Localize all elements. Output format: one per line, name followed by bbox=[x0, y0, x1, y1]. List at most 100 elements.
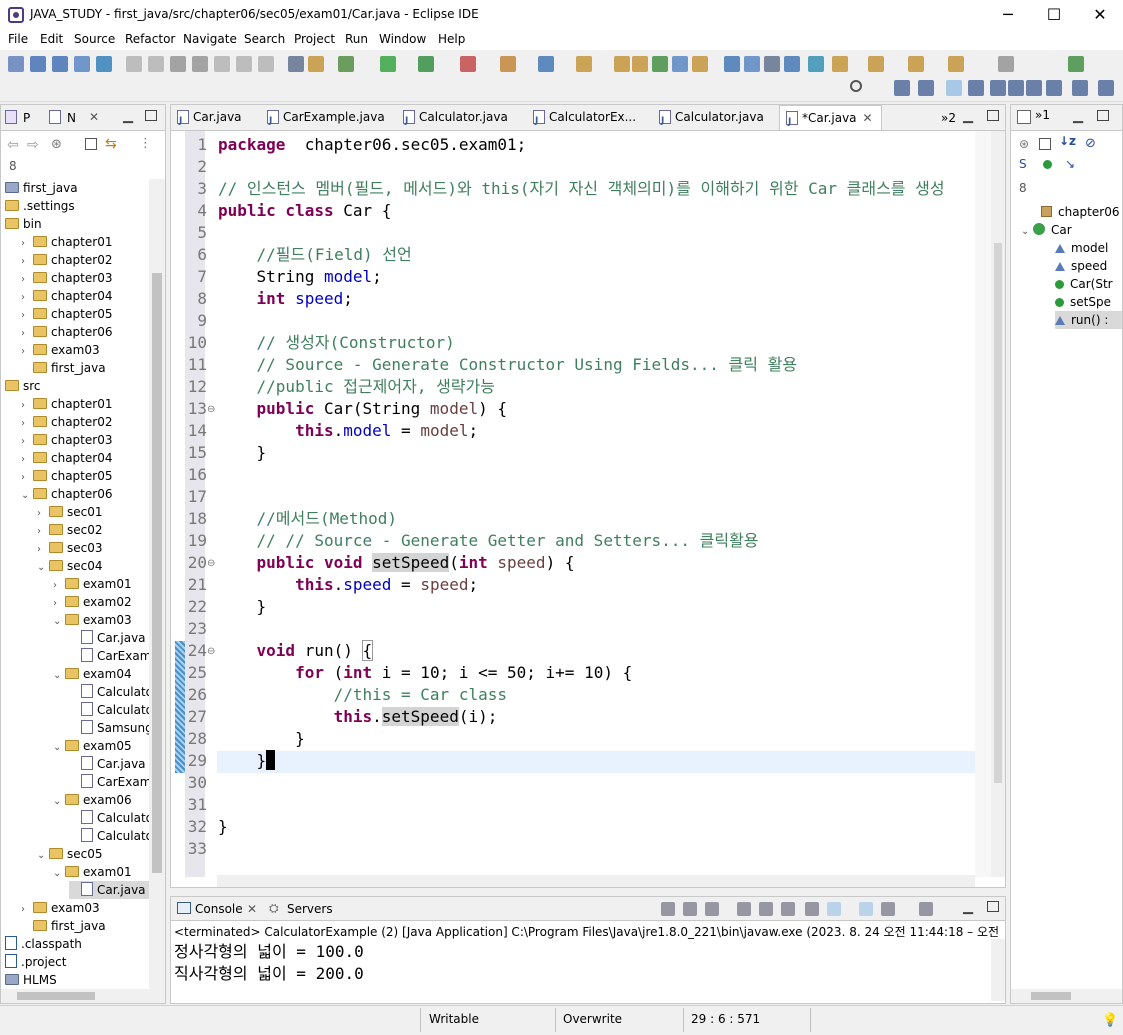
tree-item[interactable]: › chapter03 bbox=[21, 431, 149, 449]
toolbar-button-icon[interactable] bbox=[8, 56, 24, 72]
toolbar-button-icon[interactable] bbox=[30, 56, 46, 72]
tab-package-explorer[interactable]: P bbox=[23, 111, 30, 125]
perspective-icon[interactable] bbox=[1008, 80, 1024, 96]
editor-tab[interactable]: Calculator.java bbox=[653, 105, 772, 134]
editor-tab[interactable]: Car.java bbox=[171, 105, 250, 134]
console-toolbar-icon[interactable] bbox=[705, 902, 719, 916]
tree-item[interactable]: › exam02 bbox=[53, 593, 149, 611]
console-toolbar-icon[interactable] bbox=[781, 902, 795, 916]
tree-item[interactable]: › chapter01 bbox=[21, 233, 149, 251]
tree-item[interactable]: › chapter01 bbox=[21, 395, 149, 413]
collapse-icon[interactable]: ⊛ bbox=[1019, 137, 1029, 151]
toolbar-button-icon[interactable] bbox=[192, 56, 208, 72]
tree-item[interactable]: › exam03 bbox=[21, 899, 149, 917]
search-icon[interactable] bbox=[850, 80, 862, 92]
outline-item[interactable]: run() : bbox=[1055, 311, 1122, 329]
expanded-chevron-icon[interactable]: ⌄ bbox=[53, 865, 65, 883]
outline-item[interactable]: setSpe bbox=[1055, 293, 1122, 311]
console-toolbar-icon[interactable] bbox=[827, 902, 841, 916]
toolbar-button-icon[interactable] bbox=[418, 56, 434, 72]
close-console-icon[interactable]: ✕ bbox=[247, 902, 257, 916]
collapse-all-icon[interactable] bbox=[85, 138, 97, 150]
expanded-chevron-icon[interactable]: ⌄ bbox=[53, 793, 65, 811]
tree-hscroll-thumb[interactable] bbox=[17, 992, 95, 1000]
tree-item[interactable]: ⌄ sec04 bbox=[37, 557, 149, 575]
maximize-editor-icon[interactable] bbox=[987, 110, 999, 121]
toolbar-button-icon[interactable] bbox=[652, 56, 668, 72]
toolbar-button-icon[interactable] bbox=[868, 56, 884, 72]
editor-tab[interactable]: CalculatorEx... bbox=[527, 105, 644, 134]
toolbar-button-icon[interactable] bbox=[52, 56, 68, 72]
hide-nonpublic-icon[interactable] bbox=[1043, 160, 1052, 169]
expanded-chevron-icon[interactable]: ⌄ bbox=[37, 847, 49, 865]
editor-tab[interactable]: *Car.java ✕ bbox=[779, 105, 882, 135]
outline-item[interactable]: ⌄ Car bbox=[1021, 221, 1122, 239]
toolbar-button-icon[interactable] bbox=[576, 56, 592, 72]
fold-collapse-icon[interactable]: ⊖ bbox=[207, 404, 215, 415]
forward-icon[interactable]: ⇨ bbox=[27, 137, 39, 153]
toolbar-button-icon[interactable] bbox=[258, 56, 274, 72]
console-toolbar-icon[interactable] bbox=[759, 902, 773, 916]
minimize-console-icon[interactable]: ▁ bbox=[963, 900, 973, 915]
toolbar-button-icon[interactable] bbox=[632, 56, 648, 72]
hide-local-types-icon[interactable]: ↘ bbox=[1065, 157, 1075, 171]
hide-static-icon[interactable]: S bbox=[1019, 157, 1027, 171]
menu-file[interactable]: File bbox=[8, 32, 28, 46]
tree-item[interactable]: .classpath bbox=[5, 935, 149, 953]
tree-item[interactable]: first_java bbox=[5, 179, 149, 197]
perspective-icon[interactable] bbox=[894, 80, 910, 96]
tree-item[interactable]: ⌄ sec05 bbox=[37, 845, 149, 863]
close-tab-icon[interactable]: ✕ bbox=[863, 111, 873, 125]
menu-run[interactable]: Run bbox=[345, 32, 368, 46]
console-toolbar-icon[interactable] bbox=[661, 902, 675, 916]
hide-fields-icon[interactable]: ⊘ bbox=[1085, 136, 1096, 151]
minimize-editor-icon[interactable]: ▁ bbox=[963, 109, 973, 124]
tree-item[interactable]: SamsungC bbox=[69, 719, 149, 737]
tree-item[interactable]: Calculator bbox=[69, 701, 149, 719]
toolbar-button-icon[interactable] bbox=[692, 56, 708, 72]
toolbar-button-icon[interactable] bbox=[538, 56, 554, 72]
tip-icon[interactable]: 💡 bbox=[1102, 1013, 1118, 1028]
maximize-button[interactable]: ☐ bbox=[1031, 0, 1077, 30]
close-button[interactable]: ✕ bbox=[1077, 0, 1123, 30]
toolbar-button-icon[interactable] bbox=[288, 56, 304, 72]
maximize-view-icon[interactable] bbox=[145, 110, 157, 121]
tree-item[interactable]: › sec02 bbox=[37, 521, 149, 539]
toolbar-button-icon[interactable] bbox=[724, 56, 740, 72]
toolbar-button-icon[interactable] bbox=[308, 56, 324, 72]
tree-item[interactable]: Calculator bbox=[69, 827, 149, 845]
tree-item[interactable]: › exam01 bbox=[53, 575, 149, 593]
editor-tab[interactable]: CarExample.java bbox=[261, 105, 393, 134]
tree-item[interactable]: ⌄ chapter06 bbox=[21, 485, 149, 503]
perspective-icon[interactable] bbox=[1046, 80, 1062, 96]
tree-item[interactable]: Car.java bbox=[69, 881, 149, 899]
console-vertical-scrollbar[interactable] bbox=[991, 939, 1005, 1001]
menu-project[interactable]: Project bbox=[294, 32, 335, 46]
toolbar-button-icon[interactable] bbox=[614, 56, 630, 72]
link-editor-icon[interactable]: ⇆ bbox=[105, 136, 117, 152]
editor-scroll-thumb[interactable] bbox=[994, 243, 1002, 783]
outline-item[interactable]: chapter06 bbox=[1041, 203, 1122, 221]
tree-item[interactable]: src bbox=[5, 377, 149, 395]
status-cursor-position[interactable]: 29 : 6 : 571 bbox=[691, 1012, 760, 1026]
outline-item[interactable]: speed bbox=[1055, 257, 1122, 275]
collapse-all-outline-icon[interactable] bbox=[1039, 138, 1051, 150]
maximize-console-icon[interactable] bbox=[987, 901, 999, 912]
tree-item[interactable]: › chapter03 bbox=[21, 269, 149, 287]
editor-tab[interactable]: Calculator.java bbox=[397, 105, 516, 134]
console-output[interactable]: 정사각형의 넓이 = 100.0 직사각형의 넓이 = 200.0 bbox=[171, 939, 1005, 1003]
status-insert-mode[interactable]: Overwrite bbox=[563, 1012, 622, 1026]
tree-item[interactable]: › chapter02 bbox=[21, 251, 149, 269]
tree-item[interactable]: › exam03 bbox=[21, 341, 149, 359]
maximize-outline-icon[interactable] bbox=[1097, 110, 1109, 121]
up-icon[interactable]: ⊛ bbox=[51, 137, 62, 152]
perspective-icon[interactable] bbox=[990, 80, 1006, 96]
toolbar-button-icon[interactable] bbox=[764, 56, 780, 72]
sort-icon[interactable]: ↓z bbox=[1059, 134, 1076, 148]
console-toolbar-icon[interactable] bbox=[859, 902, 873, 916]
minimize-outline-icon[interactable]: ▁ bbox=[1073, 109, 1083, 124]
tree-item[interactable]: › chapter04 bbox=[21, 449, 149, 467]
expanded-chevron-icon[interactable]: ⌄ bbox=[37, 559, 49, 577]
toolbar-button-icon[interactable] bbox=[380, 56, 396, 72]
fold-collapse-icon[interactable]: ⊖ bbox=[207, 646, 215, 657]
